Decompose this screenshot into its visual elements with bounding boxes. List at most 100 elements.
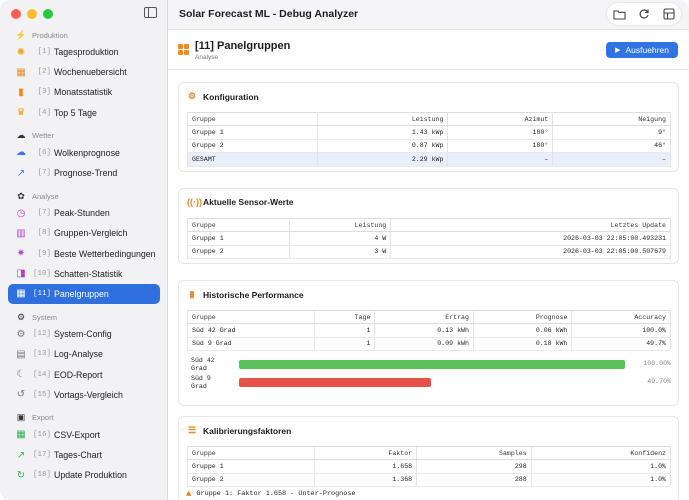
close-window-button[interactable]: [11, 9, 21, 19]
sidebar-item[interactable]: ▮ [3] Monatsstatistik: [8, 82, 160, 102]
sidebar-item[interactable]: ☁ [6] Wolkenprognose: [8, 143, 160, 163]
folder-icon[interactable]: [611, 6, 627, 22]
accuracy-bar-value: 100.00%: [643, 360, 671, 367]
table-row: Gruppe 1 1.658 298 1.0%: [187, 459, 672, 474]
column-header: Accuracy: [571, 310, 671, 324]
sidebar-item[interactable]: ▦ [11] Panelgruppen: [8, 283, 160, 305]
sidebar-item-number: [11]: [33, 289, 52, 298]
sidebar-toggle-icon[interactable]: [144, 7, 157, 18]
sidebar-item[interactable]: ✺ [1] Tagesproduktion: [8, 42, 160, 62]
table-cell: 0.06 kWh: [472, 323, 573, 338]
run-button-label: Ausfuehren: [625, 45, 669, 55]
table-header-row: Gruppe Leistung Azimut Neigung: [186, 112, 671, 126]
brain-icon: ✿: [17, 190, 25, 201]
table-cell: 0.87 kWp: [317, 139, 449, 153]
sidebar-item[interactable]: ↗ [7] Prognose-Trend: [8, 163, 160, 183]
performance-table: Gruppe Tage Ertrag Prognose Accuracy Süd 42 G…: [186, 310, 671, 351]
table-cell: 1.368: [313, 473, 418, 487]
sidebar-item[interactable]: ▦ [2] Wochenuebersicht: [8, 62, 160, 82]
sidebar-item[interactable]: ▦ [16] CSV-Export: [8, 425, 160, 445]
clock-icon: ◷: [16, 207, 26, 219]
warning-icon: ▲: [186, 489, 192, 499]
sidebar-item[interactable]: ◷ [7] Peak-Stunden: [8, 203, 160, 223]
accuracy-bar-fill: [239, 360, 625, 369]
table-cell: 0.09 kWh: [374, 337, 474, 351]
gear-icon: ⚙: [16, 328, 26, 340]
column-header: Gruppe: [187, 446, 315, 460]
bar-chart-icon: ▮: [189, 289, 195, 299]
kalibrierung-title: ☰ Kalibrierungsfaktoren: [187, 425, 291, 436]
sidebar-item[interactable]: ▤ [13] Log-Analyse: [8, 344, 160, 364]
kalibrierung-card: ☰ Kalibrierungsfaktoren Gruppe Faktor Samp…: [178, 416, 679, 500]
sidebar-item[interactable]: ◨ [10] Schatten-Statistik: [8, 264, 160, 284]
sidebar-item-label: Vortags-Vergleich: [54, 389, 123, 400]
sidebar-item-number: [1]: [37, 48, 51, 57]
accuracy-bar-fill: [239, 378, 431, 387]
sidebar-item-label: System-Config: [54, 329, 112, 340]
table-row: Gruppe 23 W 2026-03-03 22:05:00.507679: [187, 245, 671, 259]
table-row: Gruppe 14 W 2026-03-03 22:05:00.493231: [187, 231, 671, 246]
refresh-icon: ↻: [16, 469, 26, 481]
sidebar-item[interactable]: ▥ [8] Gruppen-Vergleich: [8, 223, 160, 243]
warning-text: Gruppe 1: Faktor 1.658 - Unter-Prognose: [196, 490, 356, 498]
table-cell: 0.13 kWh: [374, 323, 474, 338]
run-button[interactable]: ▶ Ausfuehren: [606, 42, 678, 58]
columns-icon: ▥: [16, 227, 26, 239]
panels-grid-icon: [178, 44, 189, 55]
sidebar-item-number: [10]: [33, 269, 52, 278]
zoom-window-button[interactable]: [43, 9, 53, 19]
sidebar-item[interactable]: ↻ [18] Update Produktion: [8, 465, 160, 485]
accuracy-bar-row: Süd 42 Grad 100.00%: [187, 356, 671, 374]
table-cell: 1: [314, 323, 376, 338]
sidebar-item-number: [6]: [37, 148, 51, 157]
calibration-warning: ▲ Gruppe 1: Faktor 1.658 - Unter-Prognos…: [186, 489, 355, 499]
accuracy-bar-label: Süd 42 Grad: [191, 357, 215, 372]
sparkle-icon: ✷: [16, 248, 26, 260]
antenna-icon: ((·)): [187, 197, 202, 207]
grid-icon[interactable]: [661, 6, 677, 22]
sidebar-item[interactable]: ♛ [4] Top 5 Tage: [8, 103, 160, 123]
sidebar-item[interactable]: ✷ [9] Beste Wetterbedingungen: [8, 244, 160, 264]
sidebar-item[interactable]: ↺ [15] Vortags-Vergleich: [8, 385, 160, 405]
sidebar-item-label: Top 5 Tage: [54, 107, 97, 118]
konfiguration-title: ⚙ Konfiguration: [187, 91, 259, 102]
minimize-window-button[interactable]: [27, 9, 37, 19]
sliders-icon: ☰: [187, 425, 197, 435]
column-header: Leistung: [288, 218, 392, 232]
sidebar-item-number: [17]: [33, 451, 52, 460]
document-search-icon: ▤: [16, 348, 26, 360]
sidebar-item-label: EOD-Report: [54, 369, 103, 380]
sidebar-item-number: [18]: [33, 471, 52, 480]
sun-icon: ✺: [16, 46, 26, 58]
table-cell: 0.18 kWh: [472, 337, 573, 351]
sidebar-item-label: Gruppen-Vergleich: [54, 228, 128, 239]
panels-icon: ▦: [16, 288, 26, 300]
cloud-icon: ☁: [16, 147, 26, 159]
trophy-icon: ♛: [16, 107, 26, 119]
table-header-row: Gruppe Leistung Letztes Update: [187, 218, 671, 232]
table-cell: 288: [416, 473, 532, 487]
sidebar-item[interactable]: ☾ [14] EOD-Report: [8, 364, 160, 384]
sidebar-item[interactable]: ↗ [17] Tages-Chart: [8, 445, 160, 465]
table-cell: Süd 9 Grad: [186, 337, 316, 351]
column-header: Gruppe: [186, 310, 316, 324]
table-cell: Gruppe 1: [186, 125, 319, 140]
page-subtitle: Analyse: [195, 54, 219, 61]
gear-icon: ⚙: [16, 311, 26, 322]
sensor-card: ((·)) Aktuelle Sensor-Werte Gruppe Leistu…: [178, 188, 679, 264]
table-cell: 3 W: [288, 245, 392, 259]
table-cell: Gruppe 1: [187, 459, 315, 474]
sidebar-item[interactable]: ⚙ [12] System-Config: [8, 324, 160, 344]
table-cell: 46°: [552, 139, 671, 153]
play-icon: ▶: [615, 47, 621, 54]
cloud-sun-icon: ☁: [16, 130, 26, 141]
column-header: Faktor: [313, 446, 418, 460]
table-row: GESAMT 2.29 kWp – –: [186, 152, 671, 167]
table-cell: 2026-03-03 22:05:00.507679: [390, 245, 671, 259]
performance-title: ▮ Historische Performance: [187, 289, 304, 300]
table-cell: 1.43 kWp: [317, 125, 449, 140]
table-header-row: Gruppe Tage Ertrag Prognose Accuracy: [186, 310, 671, 324]
refresh-icon[interactable]: [636, 6, 652, 22]
sidebar-item-number: [3]: [37, 88, 51, 97]
line-chart-icon: ↗: [16, 449, 26, 461]
